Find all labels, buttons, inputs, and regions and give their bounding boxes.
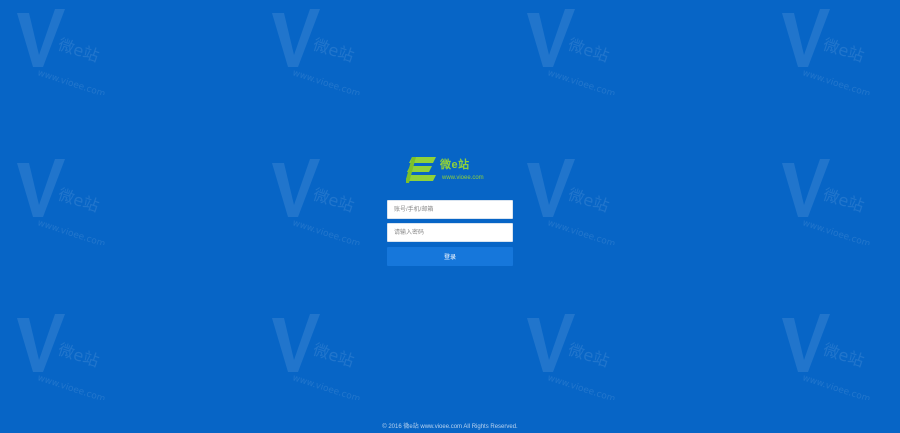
svg-text:www.vioee.com: www.vioee.com: [801, 373, 871, 400]
login-button[interactable]: 登录: [387, 247, 513, 266]
svg-text:www.vioee.com: www.vioee.com: [801, 68, 871, 95]
svg-text:www.vioee.com: www.vioee.com: [36, 68, 106, 95]
svg-text:www.vioee.com: www.vioee.com: [36, 218, 106, 245]
watermark-tile: 微e站www.vioee.com: [17, 159, 106, 245]
svg-text:微e站: 微e站: [56, 185, 102, 216]
watermark-tile: 微e站www.vioee.com: [782, 9, 871, 95]
svg-text:www.vioee.com: www.vioee.com: [546, 373, 616, 400]
svg-text:www.vioee.com: www.vioee.com: [36, 373, 106, 400]
svg-text:微e站: 微e站: [311, 185, 357, 216]
brand-logo: 微e站 www.vioee.com: [406, 154, 513, 186]
watermark-tile: 微e站www.vioee.com: [527, 159, 616, 245]
svg-text:微e站: 微e站: [821, 185, 867, 216]
watermark-tile: 微e站www.vioee.com: [782, 314, 871, 400]
svg-text:微e站: 微e站: [821, 35, 867, 66]
watermark-tile: 微e站www.vioee.com: [272, 314, 361, 400]
watermark-tile: 微e站www.vioee.com: [17, 9, 106, 95]
watermark-tile: 微e站www.vioee.com: [272, 159, 361, 245]
svg-text:www.vioee.com: www.vioee.com: [291, 68, 361, 95]
password-input[interactable]: [387, 223, 513, 242]
svg-text:微e站: 微e站: [566, 340, 612, 371]
watermark-tile: 微e站www.vioee.com: [527, 9, 616, 95]
username-input[interactable]: [387, 200, 513, 219]
watermark-tile: 微e站www.vioee.com: [272, 9, 361, 95]
svg-text:微e站: 微e站: [566, 185, 612, 216]
svg-text:微e站: 微e站: [311, 35, 357, 66]
brand-url: www.vioee.com: [442, 174, 484, 181]
stacked-e-logo-icon: [406, 157, 436, 183]
login-panel: 微e站 www.vioee.com 登录: [387, 154, 513, 266]
svg-text:www.vioee.com: www.vioee.com: [291, 373, 361, 400]
svg-text:www.vioee.com: www.vioee.com: [801, 218, 871, 245]
svg-text:www.vioee.com: www.vioee.com: [291, 218, 361, 245]
watermark-tile: 微e站www.vioee.com: [17, 314, 106, 400]
copyright-footer: © 2016 微e站 www.vioee.com All Rights Rese…: [382, 424, 518, 430]
svg-text:微e站: 微e站: [56, 340, 102, 371]
svg-text:微e站: 微e站: [56, 35, 102, 66]
watermark-tile: 微e站www.vioee.com: [527, 314, 616, 400]
watermark-tile: 微e站www.vioee.com: [782, 159, 871, 245]
svg-text:www.vioee.com: www.vioee.com: [546, 218, 616, 245]
brand-name: 微e站: [440, 158, 470, 171]
svg-text:微e站: 微e站: [566, 35, 612, 66]
svg-text:www.vioee.com: www.vioee.com: [546, 68, 616, 95]
svg-text:微e站: 微e站: [821, 340, 867, 371]
svg-text:微e站: 微e站: [311, 340, 357, 371]
